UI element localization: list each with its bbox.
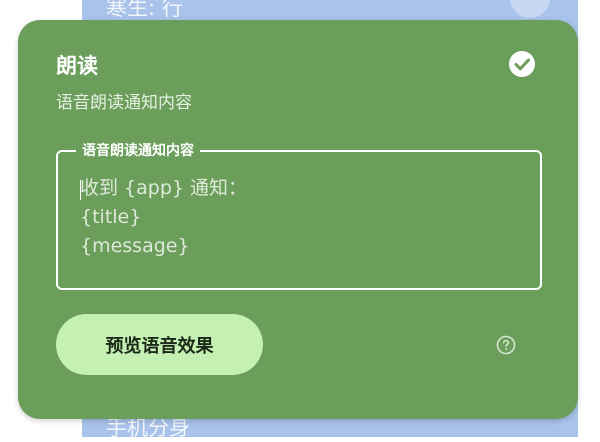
preview-voice-button[interactable]: 预览语音效果 <box>56 314 263 375</box>
notification-content-field[interactable]: 语音朗读通知内容 收到 {app} 通知： {title} {message} <box>56 140 542 290</box>
tts-dialog-card: 朗读 语音朗读通知内容 语音朗读通知内容 收到 {app} 通知： {title… <box>18 20 578 419</box>
background-list-item-top: 寒生: 行 <box>106 0 183 20</box>
dialog-title: 朗读 <box>56 54 98 78</box>
dialog-subtitle: 语音朗读通知内容 <box>56 93 192 113</box>
notification-content-input[interactable]: 收到 {app} 通知： {title} {message} <box>80 174 247 261</box>
help-circle-icon[interactable] <box>496 335 516 355</box>
field-label: 语音朗读通知内容 <box>76 140 200 160</box>
check-circle-icon[interactable] <box>508 50 536 78</box>
